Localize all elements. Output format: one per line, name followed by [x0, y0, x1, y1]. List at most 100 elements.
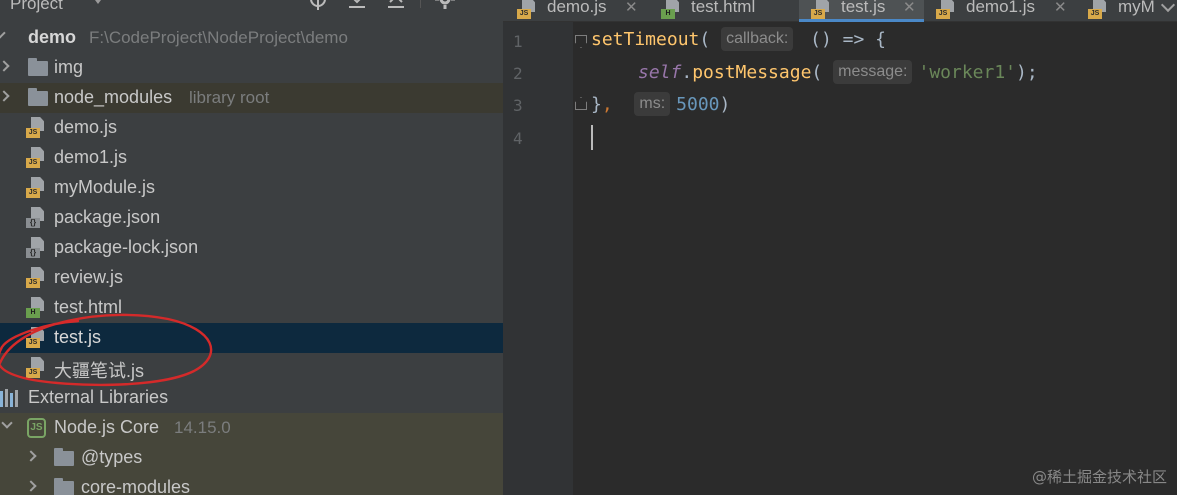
- code-line-2[interactable]: self.postMessage( message:'worker1');: [638, 58, 1038, 88]
- close-icon[interactable]: ✕: [903, 0, 916, 16]
- tree-row-nodejs-core[interactable]: JS Node.js Core 14.15.0: [0, 413, 503, 443]
- chevron-right-icon[interactable]: [25, 450, 37, 462]
- js-file-icon: JS: [26, 357, 48, 379]
- js-file-icon: JS: [26, 267, 48, 289]
- tree-item-label: test.html: [54, 297, 123, 317]
- tab-overflow-chevron-icon[interactable]: [1160, 0, 1176, 13]
- project-panel: Project demo F:\CodeProject\NodeProject\…: [0, 0, 503, 495]
- js-file-icon: JS: [1088, 0, 1110, 20]
- code-line-1[interactable]: setTimeout( callback: () => {: [591, 25, 886, 55]
- tree-item-label: demo.js: [54, 117, 118, 137]
- chevron-right-icon[interactable]: [0, 60, 10, 72]
- tree-row-test-js[interactable]: JS test.js: [0, 323, 503, 353]
- js-file-icon: JS: [26, 177, 48, 199]
- js-file-icon: JS: [26, 327, 48, 349]
- project-panel-title[interactable]: Project: [10, 0, 63, 14]
- tree-row-dji-js[interactable]: JS 大疆笔试.js: [0, 353, 503, 383]
- code-line-3[interactable]: }, ms: 5000): [591, 90, 730, 120]
- locate-icon[interactable]: [307, 0, 329, 10]
- tree-row-demo-js[interactable]: JS demo.js: [0, 113, 503, 143]
- close-icon[interactable]: ✕: [1054, 0, 1067, 16]
- tab-test-html[interactable]: H test.html ✕: [661, 0, 793, 22]
- tree-item-label: test.js: [54, 327, 102, 347]
- tab-label: test.js: [841, 0, 886, 16]
- tab-demo-js[interactable]: JS demo.js ✕: [517, 0, 645, 22]
- tree-row-core-modules[interactable]: core-modules: [0, 473, 503, 495]
- node-version: 14.15.0: [174, 418, 231, 437]
- code-token: (: [811, 62, 823, 83]
- tree-item-label: node_modules: [54, 87, 173, 107]
- tree-row-external-libraries[interactable]: External Libraries: [0, 383, 503, 413]
- code-token: self: [638, 62, 682, 83]
- tree-row-test-html[interactable]: H test.html: [0, 293, 503, 323]
- code-token: postMessage: [692, 62, 812, 83]
- folder-icon: [28, 58, 48, 76]
- tree-item-label: package.json: [54, 207, 161, 227]
- tree-item-label: core-modules: [81, 477, 191, 495]
- chevron-right-icon[interactable]: [25, 480, 37, 492]
- tab-demo1-js[interactable]: JS demo1.js ✕: [936, 0, 1076, 22]
- tree-item-label: package-lock.json: [54, 237, 199, 257]
- expand-all-icon[interactable]: [346, 0, 368, 10]
- library-icon: [0, 389, 20, 407]
- watermark: @稀土掘金技术社区: [1031, 468, 1167, 486]
- code-token: .: [681, 62, 693, 83]
- collapse-all-icon[interactable]: [385, 0, 407, 10]
- line-number: 4: [513, 129, 523, 148]
- code-token: ): [719, 94, 731, 115]
- hide-panel-icon[interactable]: [472, 0, 494, 10]
- html-file-icon: H: [26, 297, 48, 319]
- view-dropdown-icon[interactable]: [92, 0, 104, 4]
- js-file-icon: JS: [811, 0, 833, 20]
- code-token: 5000: [676, 94, 720, 115]
- tree-row-root[interactable]: demo F:\CodeProject\NodeProject\demo: [0, 23, 503, 53]
- gear-icon[interactable]: [434, 0, 456, 10]
- tree-row-img[interactable]: img: [0, 53, 503, 83]
- tree-row-node-modules[interactable]: node_modules library root: [0, 83, 503, 113]
- tree-item-label: 大疆笔试.js: [54, 361, 144, 381]
- root-folder-path: F:\CodeProject\NodeProject\demo: [89, 28, 348, 47]
- chevron-down-icon[interactable]: [1, 417, 13, 429]
- tab-test-js[interactable]: JS test.js ✕: [799, 0, 924, 22]
- js-file-icon: JS: [517, 0, 539, 20]
- tree-item-label: @types: [81, 447, 143, 467]
- tree-item-label: Node.js Core: [54, 417, 160, 437]
- nodejs-icon: JS: [27, 418, 46, 438]
- tab-label: myM: [1118, 0, 1155, 16]
- tree-item-label: demo1.js: [54, 147, 128, 167]
- param-hint: ms:: [634, 92, 671, 116]
- param-hint: callback:: [721, 27, 794, 51]
- chevron-right-icon[interactable]: [0, 90, 10, 102]
- close-icon[interactable]: ✕: [625, 0, 638, 16]
- code-token: );: [1016, 62, 1038, 83]
- tree-row-review-js[interactable]: JS review.js: [0, 263, 503, 293]
- tree-item-label: External Libraries: [28, 387, 169, 407]
- tab-label: demo.js: [547, 0, 607, 16]
- editor-area: JS demo.js ✕ H test.html ✕ JS test.js ✕ …: [503, 0, 1177, 495]
- text-caret: [591, 125, 593, 150]
- tree-row-mymodule-js[interactable]: JS myModule.js: [0, 173, 503, 203]
- code-token: }: [591, 94, 602, 115]
- tree-row-demo1-js[interactable]: JS demo1.js: [0, 143, 503, 173]
- header-divider: [420, 0, 421, 8]
- json-file-icon: {}: [26, 237, 48, 259]
- code-token: setTimeout: [591, 29, 700, 50]
- js-file-icon: JS: [26, 117, 48, 139]
- tab-label: test.html: [691, 0, 756, 16]
- code-token: () => {: [799, 29, 887, 50]
- code-token: (: [699, 29, 711, 50]
- tree-item-label: review.js: [54, 267, 124, 287]
- fold-close-icon[interactable]: [575, 97, 587, 110]
- js-file-icon: JS: [26, 147, 48, 169]
- line-number: 2: [513, 64, 523, 83]
- json-file-icon: {}: [26, 207, 48, 229]
- tree-row-package-json[interactable]: {} package.json: [0, 203, 503, 233]
- code-token: ,: [601, 94, 613, 115]
- fold-open-icon[interactable]: [575, 35, 587, 48]
- tab-mymodule-js[interactable]: JS myM: [1088, 0, 1158, 22]
- chevron-down-icon[interactable]: [0, 27, 6, 39]
- project-panel-header: Project: [0, 0, 503, 14]
- tree-row-package-lock-json[interactable]: {} package-lock.json: [0, 233, 503, 263]
- tree-row-types[interactable]: @types: [0, 443, 503, 473]
- folder-icon: [54, 448, 74, 466]
